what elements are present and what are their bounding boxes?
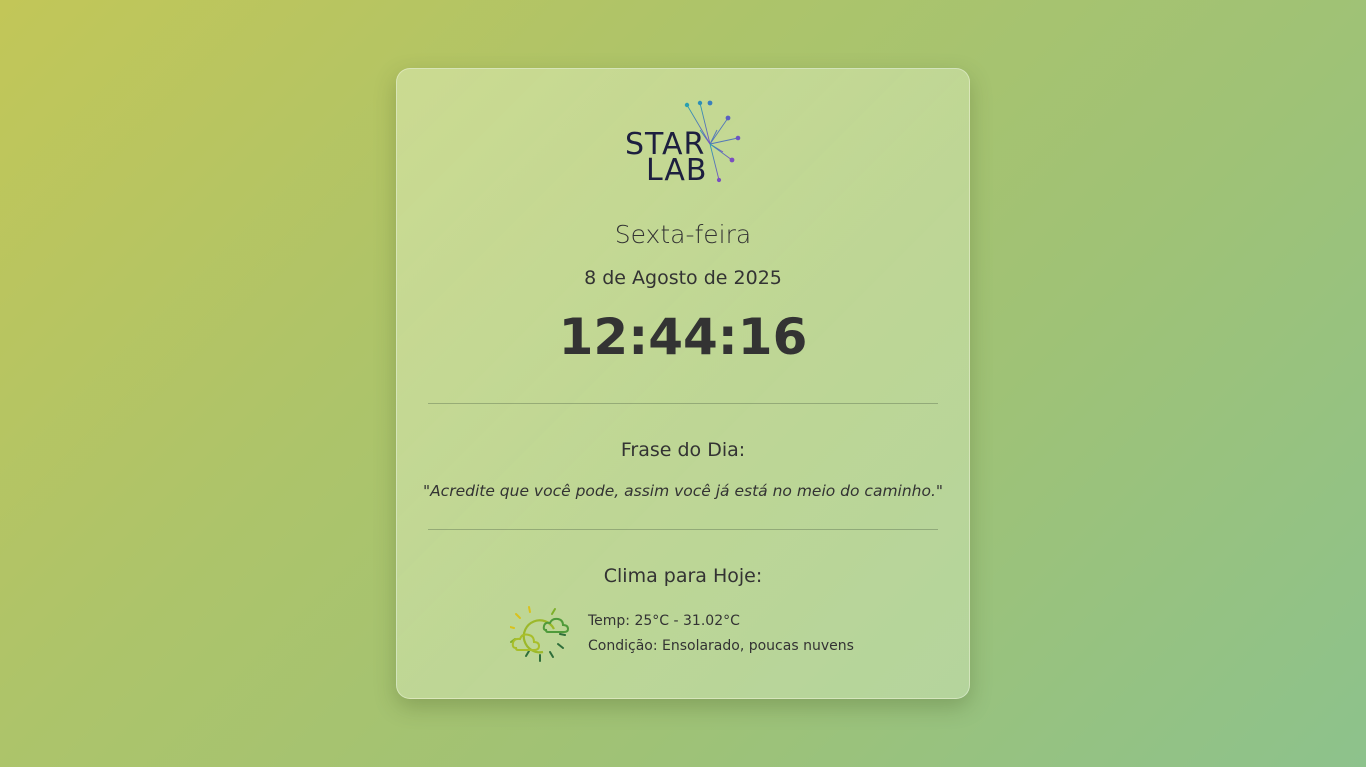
- partly-sunny-icon: [509, 604, 572, 664]
- date-label: 8 de Agosto de 2025: [584, 267, 782, 289]
- logo-text-lab: LAB: [646, 153, 708, 188]
- divider-top: [428, 403, 938, 404]
- weather-title: Clima para Hoje:: [603, 565, 763, 587]
- weather-temperature: Temp: 25°C - 31.02°C: [588, 613, 740, 629]
- clock-time: 12:44:16: [558, 308, 808, 366]
- divider-bottom: [428, 529, 938, 530]
- quote-text: "Acredite que você pode, assim você já e…: [422, 482, 944, 500]
- quote-title: Frase do Dia:: [620, 439, 746, 461]
- weather-condition: Condição: Ensolarado, poucas nuvens: [588, 638, 854, 654]
- weekday-label: Sexta-feira: [614, 220, 752, 249]
